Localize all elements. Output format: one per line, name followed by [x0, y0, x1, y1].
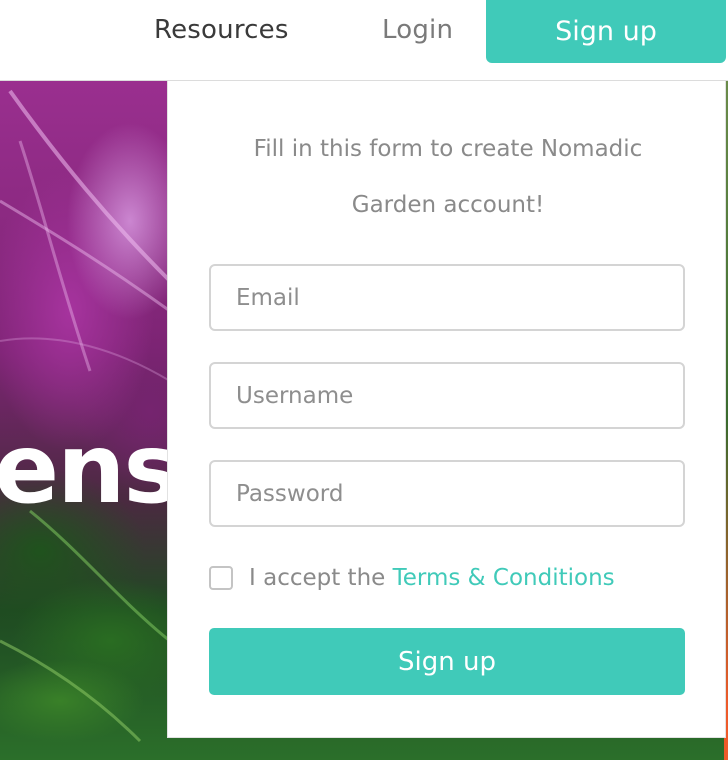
username-input[interactable] — [209, 362, 685, 429]
nav-link-resources[interactable]: Resources — [154, 0, 289, 60]
nav-link-login[interactable]: Login — [382, 0, 453, 60]
terms-conditions-link[interactable]: Terms & Conditions — [393, 565, 615, 591]
signup-submit-button[interactable]: Sign up — [209, 628, 685, 695]
terms-checkbox[interactable] — [209, 566, 233, 590]
terms-prefix: I accept the — [249, 565, 393, 591]
password-input[interactable] — [209, 460, 685, 527]
signup-form-card: Fill in this form to create Nomadic Gard… — [167, 81, 726, 738]
nav-signup-button[interactable]: Sign up — [486, 0, 726, 63]
intro-line-1: Fill in this form to create Nomadic — [253, 136, 643, 162]
form-intro-text: Fill in this form to create Nomadic Gard… — [198, 121, 698, 233]
top-navigation: Resources Login Sign up — [0, 0, 728, 81]
terms-row: I accept the Terms & Conditions — [209, 561, 615, 595]
email-input[interactable] — [209, 264, 685, 331]
terms-label: I accept the Terms & Conditions — [249, 565, 615, 591]
hero-heading-fragment: ens — [0, 413, 181, 525]
intro-line-2: Garden account! — [351, 192, 545, 218]
